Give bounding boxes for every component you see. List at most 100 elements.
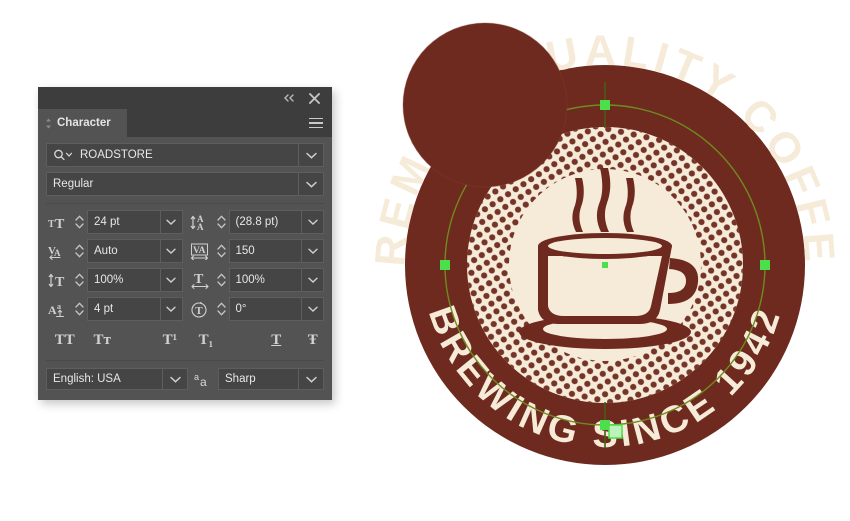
tracking-input[interactable]: 150 — [228, 239, 324, 263]
small-caps-button[interactable]: Tᴛ — [87, 328, 116, 352]
antialiasing-dropdown-arrow[interactable] — [298, 369, 323, 389]
collapse-panel-icon[interactable] — [279, 87, 299, 109]
language-select[interactable]: English: USA — [46, 368, 188, 390]
menu-bar-2 — [309, 122, 323, 124]
stepper-arrows-icon — [75, 244, 84, 258]
character-rotation-icon: T — [188, 297, 214, 321]
font-family-value-wrap: ROADSTORE — [47, 144, 298, 166]
svg-text:T: T — [194, 272, 204, 287]
underline-button[interactable]: T — [265, 328, 288, 352]
svg-text:T: T — [195, 305, 203, 317]
baseline-shift-stepper[interactable] — [72, 297, 87, 321]
leading-dropdown-arrow[interactable] — [301, 211, 323, 233]
anchor-point-left[interactable] — [440, 260, 450, 270]
row-language-antialias: English: USA a a Sharp — [46, 368, 324, 390]
panel-tab-row: Character — [38, 109, 332, 137]
horizontal-scale-value: 100% — [235, 274, 265, 286]
vertical-scale-stepper[interactable] — [72, 268, 87, 292]
font-size-value: 24 pt — [94, 216, 120, 228]
svg-text:a: a — [194, 372, 199, 382]
panel-titlebar — [38, 87, 332, 109]
horizontal-scale-stepper[interactable] — [214, 268, 229, 292]
language-dropdown-arrow[interactable] — [162, 369, 187, 389]
chevron-down-icon — [307, 219, 318, 225]
horizontal-scale-dropdown-arrow[interactable] — [301, 269, 323, 291]
tab-character[interactable]: Character — [38, 109, 127, 137]
anchor-point-top[interactable] — [600, 100, 610, 110]
svg-text:A: A — [48, 303, 57, 317]
leading-icon: A A — [188, 210, 214, 234]
close-icon — [308, 92, 320, 104]
svg-text:T: T — [55, 217, 65, 230]
kerning-icon: V A — [46, 239, 72, 263]
tab-updown-icon — [45, 118, 52, 129]
character-rotation-stepper[interactable] — [214, 297, 229, 321]
font-style-dropdown-arrow[interactable] — [298, 173, 323, 195]
font-style-field[interactable]: Regular — [46, 172, 324, 196]
character-rotation-dropdown-arrow[interactable] — [301, 298, 323, 320]
leading-input[interactable]: (28.8 pt) — [228, 210, 324, 234]
chevron-down-icon — [166, 277, 176, 283]
superscript-button[interactable]: T¹ — [157, 328, 183, 352]
cell-tracking: VA 150 — [188, 239, 324, 263]
svg-text:A: A — [54, 248, 61, 258]
cell-font-size: T T 24 pt — [46, 210, 188, 234]
font-size-stepper[interactable] — [72, 210, 87, 234]
tracking-value: 150 — [235, 245, 255, 257]
svg-text:T: T — [55, 275, 65, 289]
chevron-down-icon — [307, 248, 318, 254]
panel-menu-icon[interactable] — [307, 109, 325, 137]
horizontal-scale-input[interactable]: 100% — [228, 268, 324, 292]
vertical-scale-dropdown-arrow[interactable] — [159, 269, 182, 291]
font-family-dropdown-arrow[interactable] — [298, 144, 323, 166]
font-size-input[interactable]: 24 pt — [87, 210, 183, 234]
divider-2 — [46, 360, 324, 361]
vertical-scale-input[interactable]: 100% — [87, 268, 183, 292]
cell-leading: A A (28.8 pt) — [188, 210, 324, 234]
kerning-stepper[interactable] — [72, 239, 87, 263]
kerning-input[interactable]: Auto — [87, 239, 183, 263]
text-insertion-handle[interactable] — [608, 424, 623, 439]
row-baseline-rotation: A a 4 pt T 0° — [46, 297, 324, 321]
chevron-down-icon — [307, 277, 318, 283]
menu-bar-3 — [309, 126, 323, 129]
antialiasing-select[interactable]: Sharp — [218, 368, 324, 390]
tracking-dropdown-arrow[interactable] — [301, 240, 323, 262]
stepper-arrows-icon — [216, 302, 226, 316]
anchor-point-right[interactable] — [760, 260, 770, 270]
baseline-shift-input[interactable]: 4 pt — [87, 297, 183, 321]
coffee-badge-artwork[interactable]: PREMIUM QUALITY COFFEE BREWING SINCE 194… — [360, 0, 850, 521]
character-panel: Character ROADSTORE Regular T T 24 pt A … — [38, 87, 332, 400]
font-size-icon: T T — [46, 210, 72, 234]
all-caps-button[interactable]: TT — [50, 328, 79, 352]
tab-character-label: Character — [57, 117, 111, 129]
strikethrough-button[interactable]: Ŧ — [301, 328, 324, 352]
cell-horizontal-scale: T 100% — [188, 268, 324, 292]
character-rotation-value: 0° — [235, 303, 247, 315]
subscript-button[interactable]: T₁ — [193, 328, 219, 352]
svg-text:T: T — [48, 219, 55, 230]
center-point[interactable] — [602, 262, 608, 268]
cell-kerning: V A Auto — [46, 239, 188, 263]
font-style-value-wrap: Regular — [47, 173, 298, 195]
character-rotation-input[interactable]: 0° — [228, 297, 324, 321]
leading-stepper[interactable] — [214, 210, 229, 234]
baseline-shift-value: 4 pt — [94, 303, 114, 315]
baseline-shift-dropdown-arrow[interactable] — [159, 298, 182, 320]
chevron-down-icon — [305, 181, 317, 188]
stepper-arrows-icon — [75, 215, 84, 229]
svg-text:a: a — [200, 375, 207, 388]
chevron-down-icon — [166, 219, 176, 225]
search-icon[interactable] — [53, 149, 73, 161]
kerning-dropdown-arrow[interactable] — [159, 240, 182, 262]
leading-value: (28.8 pt) — [235, 216, 279, 228]
font-size-dropdown-arrow[interactable] — [159, 211, 182, 233]
close-panel-icon[interactable] — [304, 87, 324, 109]
font-style-value: Regular — [53, 178, 94, 190]
chevron-down-icon — [305, 376, 317, 383]
chevron-down-icon — [307, 306, 318, 312]
stepper-arrows-icon — [216, 215, 226, 229]
tracking-stepper[interactable] — [214, 239, 229, 263]
font-family-field[interactable]: ROADSTORE — [46, 143, 324, 167]
badge-svg: PREMIUM QUALITY COFFEE BREWING SINCE 194… — [360, 0, 839, 465]
